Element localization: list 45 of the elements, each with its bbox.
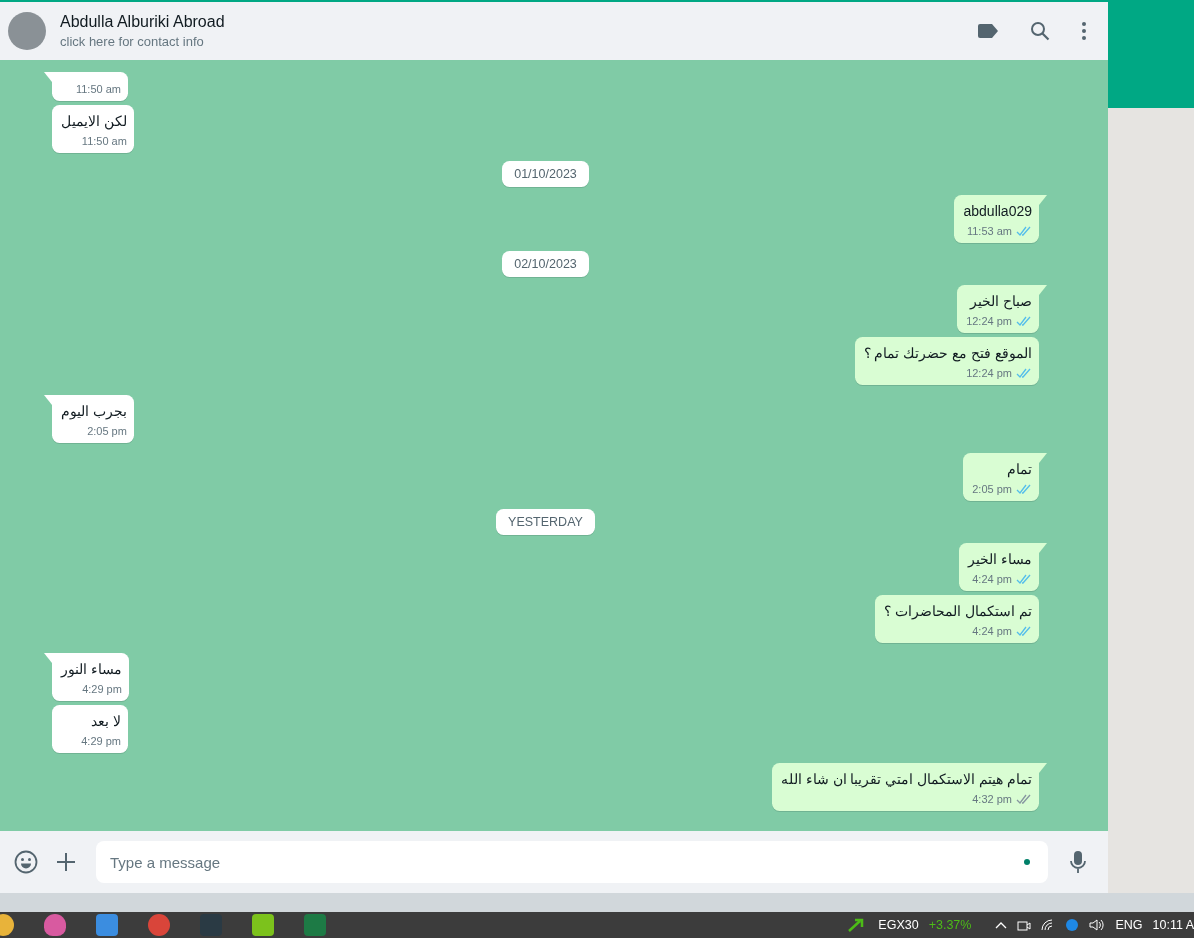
- message-time: 4:24 pm: [972, 625, 1012, 637]
- message-time: 4:29 pm: [81, 735, 121, 747]
- camera-icon[interactable]: [1017, 919, 1032, 931]
- message-text: صباح الخير: [968, 292, 1032, 311]
- message-text: لا بعد: [90, 712, 121, 731]
- message-text: بجرب اليوم: [61, 402, 127, 421]
- message-time: 4:29 pm: [82, 683, 122, 695]
- app-icon[interactable]: [252, 914, 274, 936]
- message-time: 2:05 pm: [972, 483, 1012, 495]
- message-text: تمام: [1006, 460, 1032, 479]
- contact-info-link[interactable]: click here for contact info: [60, 34, 958, 49]
- message-time: 11:50 am: [75, 83, 121, 95]
- message-time: 4:32 pm: [972, 793, 1012, 805]
- message-time: 11:53 am: [966, 225, 1012, 237]
- microphone-icon: [1070, 851, 1086, 873]
- message-time: 4:24 pm: [972, 573, 1012, 585]
- message-input[interactable]: Type a message: [96, 841, 1048, 883]
- message-text: الموقع فتح مع حضرتك تمام ؟: [863, 344, 1032, 363]
- message-time: 11:50 am: [81, 135, 127, 147]
- message-text: مساء النور: [61, 660, 122, 679]
- date-chip: YESTERDAY: [496, 509, 595, 535]
- date-chip: 02/10/2023: [502, 251, 589, 277]
- menu-icon: [1082, 22, 1086, 40]
- search-icon: [1030, 21, 1050, 41]
- message-text: abdulla029: [963, 202, 1032, 221]
- message-text: مساء الخير: [968, 550, 1032, 569]
- message-time: 12:24 pm: [966, 315, 1012, 327]
- message-text: لكن الايميل: [61, 112, 127, 131]
- plus-icon: [56, 852, 76, 872]
- smiley-icon: [14, 850, 38, 874]
- clock[interactable]: 10:11 A: [1152, 918, 1194, 932]
- message-text: تم استكمال المحاضرات ؟: [884, 602, 1032, 621]
- message-time: 2:05 pm: [87, 425, 127, 437]
- language-indicator[interactable]: ENG: [1115, 918, 1143, 932]
- date-chip: 01/10/2023: [502, 161, 589, 187]
- status-dot-icon: [1024, 859, 1030, 865]
- label-icon: [978, 24, 998, 38]
- ticker-name: EGX30: [878, 918, 919, 932]
- message-time: 12:24 pm: [966, 367, 1012, 379]
- speaker-icon[interactable]: [1089, 919, 1106, 931]
- contact-name: Abdulla Alburiki Abroad: [60, 13, 226, 31]
- chevron-up-icon[interactable]: [995, 921, 1008, 929]
- avatar[interactable]: [8, 12, 46, 50]
- message-text: تمام هيتم الاستكمال امتي تقريبا ان شاء الله: [780, 770, 1032, 789]
- ticker-change: +3.37%: [928, 918, 972, 932]
